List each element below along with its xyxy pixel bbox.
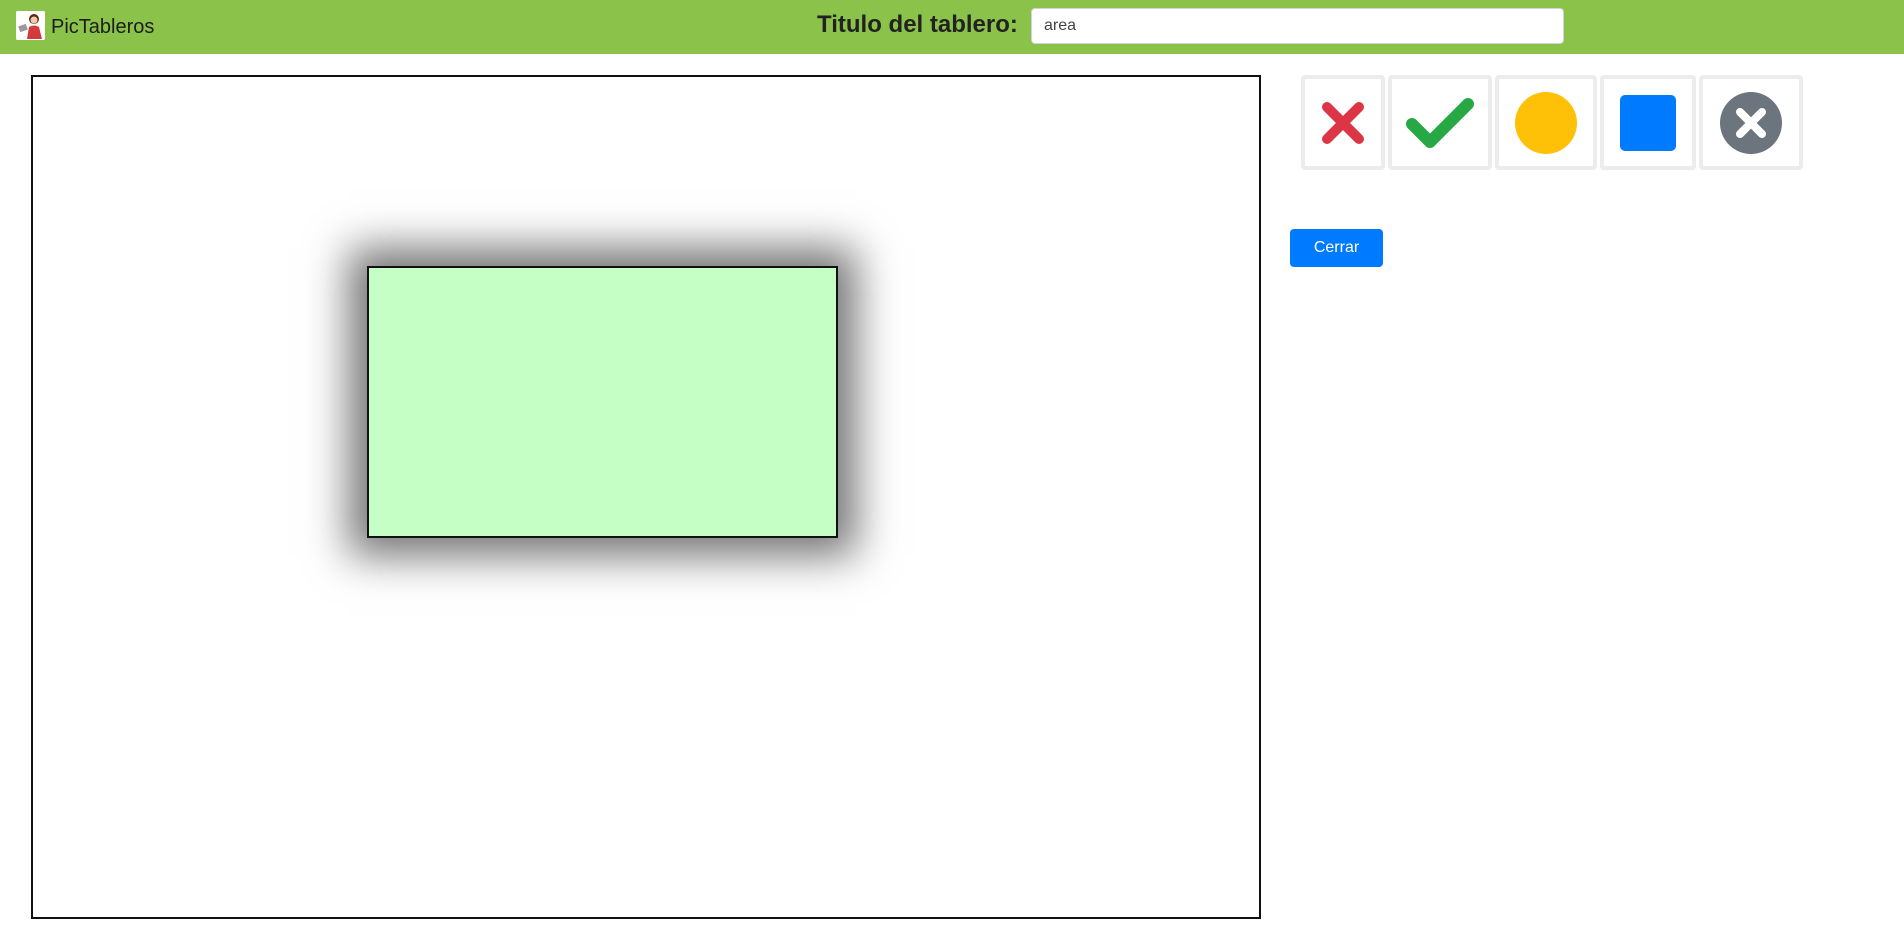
top-bar: PicTableros Titulo del tablero: [0,0,1904,54]
square-icon [1620,94,1676,151]
cross-icon [1322,101,1364,144]
canvas-rectangle[interactable] [367,266,838,538]
circle-icon [1515,91,1577,154]
board-canvas[interactable] [31,75,1261,919]
app-logo [16,11,45,40]
check-icon [1406,97,1474,148]
check-tool-button[interactable] [1388,75,1492,170]
board-title-input[interactable] [1031,8,1564,44]
cross-tool-button[interactable] [1301,75,1385,170]
board-title-label: Titulo del tablero: [817,11,1018,38]
brand-name[interactable]: PicTableros [51,13,154,41]
erase-tool-button[interactable] [1699,75,1803,170]
circle-tool-button[interactable] [1495,75,1597,170]
close-button[interactable]: Cerrar [1290,229,1383,267]
square-tool-button[interactable] [1600,75,1696,170]
close-circle-icon [1720,91,1782,154]
